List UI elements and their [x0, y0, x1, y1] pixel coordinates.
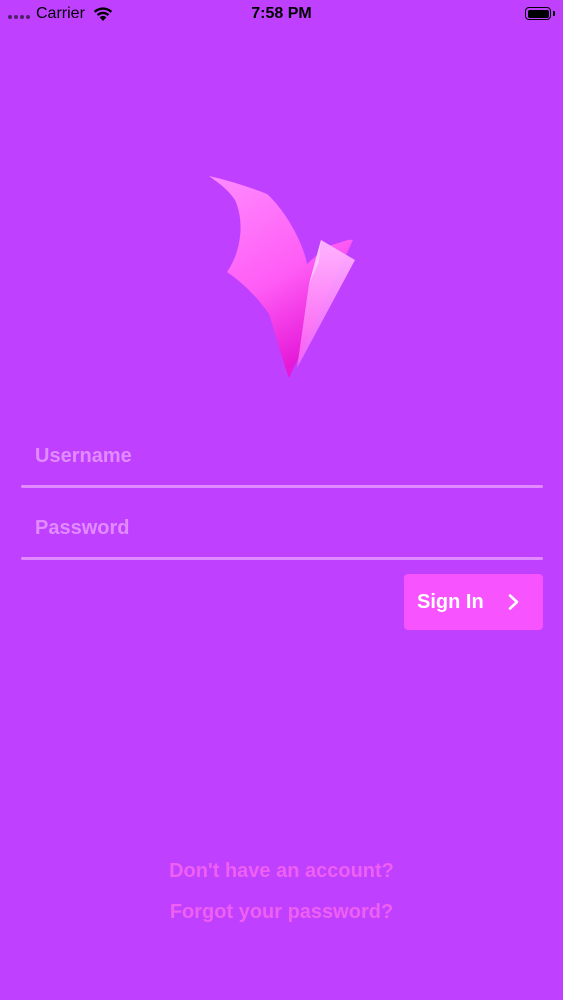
username-field-wrapper [21, 428, 543, 488]
status-time: 7:58 PM [251, 5, 312, 22]
username-input[interactable] [21, 428, 543, 484]
chevron-right-icon [508, 594, 519, 610]
username-underline [21, 485, 543, 488]
logo-bird-icon [209, 176, 355, 378]
password-input[interactable] [21, 500, 543, 556]
forgot-password-link[interactable]: Forgot your password? [0, 901, 563, 924]
sign-in-label: Sign In [417, 590, 484, 613]
password-field-wrapper [21, 500, 543, 560]
battery-icon [525, 7, 551, 20]
no-account-link[interactable]: Don't have an account? [0, 860, 563, 883]
status-bar: Carrier 7:58 PM [0, 0, 563, 28]
battery-tip [553, 11, 555, 16]
password-underline [21, 557, 543, 560]
sign-in-button[interactable]: Sign In [404, 574, 543, 630]
